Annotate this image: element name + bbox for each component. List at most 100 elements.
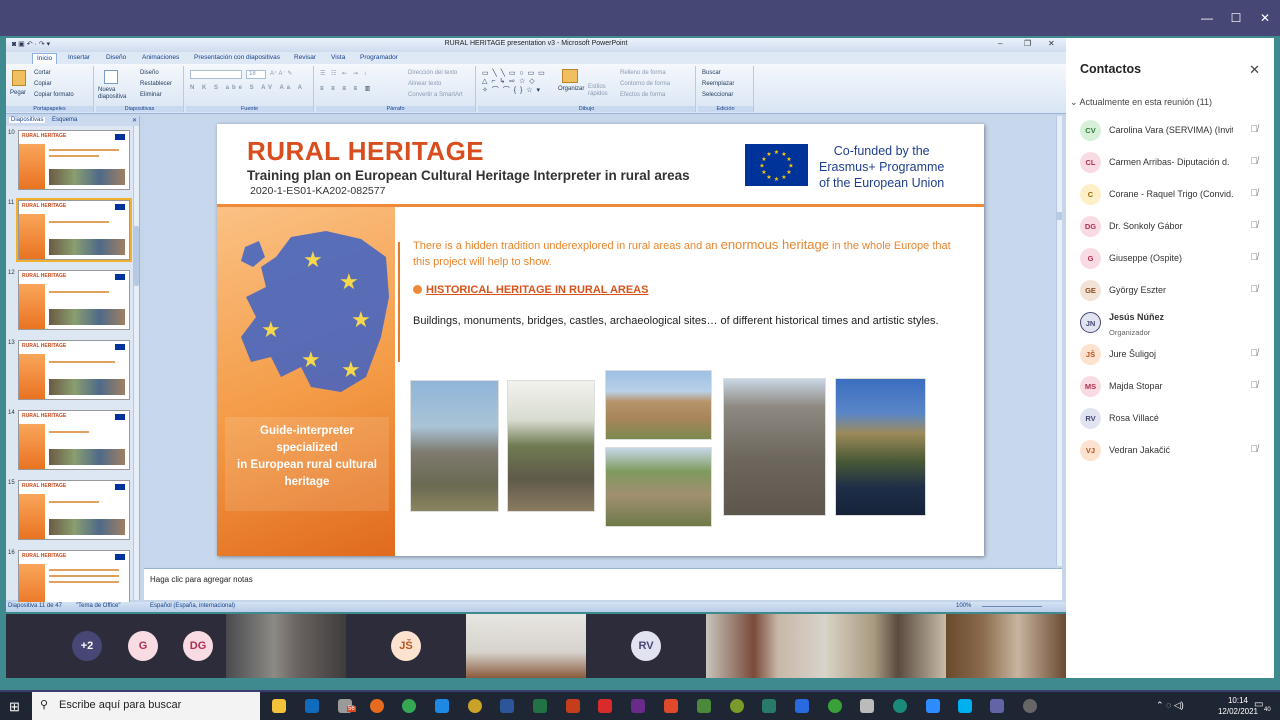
slide-thumbnail[interactable]: RURAL HERITAGE (18, 270, 130, 330)
shape-fill-button[interactable]: Relleno de forma (620, 70, 666, 76)
acrobat-icon[interactable] (598, 699, 612, 713)
firefox-icon[interactable] (370, 699, 384, 713)
taskbar-search[interactable]: ⚲ Escribe aquí para buscar (32, 692, 260, 720)
cut-button[interactable]: Cortar (34, 70, 51, 76)
tab-inicio[interactable]: Inicio (32, 53, 58, 64)
arrange-button[interactable]: Organizar (558, 86, 584, 92)
shapes-gallery[interactable]: ▭ ╲ ╲ ▭ ○ ▭ ▭ △ ⌐ ↳ ⇨ ☆ ◇ ✧ ⌒ ⌒ { } ☆ ▾ (482, 69, 546, 95)
reset-button[interactable]: Restablecer (140, 81, 172, 87)
tab-presentacion[interactable]: Presentación con diapositivas (194, 54, 280, 61)
quick-styles-button[interactable]: Estilos rápidos (588, 84, 610, 98)
edge-icon[interactable] (435, 699, 449, 713)
word-icon[interactable] (500, 699, 514, 713)
font-size-box[interactable]: 18 (246, 70, 266, 79)
align-icons[interactable]: ≡ ≡ ≡ ≡ ▥ (320, 85, 373, 92)
participant-row[interactable]: JN Jesús Núñez Organizador (1080, 312, 1270, 337)
app-icon[interactable] (664, 699, 678, 713)
font-name-box[interactable] (190, 70, 242, 79)
participant-row[interactable]: MS Majda Stopar 🎙̸ (1080, 376, 1270, 398)
app-icon[interactable] (828, 699, 842, 713)
align-text-button[interactable]: Alinear texto (408, 81, 441, 87)
windows-start-icon[interactable]: ⊞ (9, 699, 20, 715)
zoom-slider[interactable] (982, 606, 1042, 607)
app-icon[interactable] (893, 699, 907, 713)
tab-programador[interactable]: Programador (360, 54, 398, 61)
delete-button[interactable]: Eliminar (140, 92, 162, 98)
zoom-icon[interactable] (926, 699, 940, 713)
excel-icon[interactable] (533, 699, 547, 713)
panel-scroll-thumb[interactable] (134, 226, 139, 286)
maximize-button[interactable]: ☐ (1226, 10, 1246, 26)
zoom-level[interactable]: 100% (956, 603, 971, 609)
shape-outline-button[interactable]: Contorno de forma (620, 81, 670, 87)
panel-scrollbar[interactable] (133, 126, 139, 600)
layout-button[interactable]: Diseño (140, 70, 159, 76)
select-button[interactable]: Seleccionar (702, 92, 733, 98)
participant-row[interactable]: VJ Vedran Jakačić 🎙̸ (1080, 440, 1270, 462)
slide-thumbnail[interactable]: RURAL HERITAGE (18, 550, 130, 610)
more-participants[interactable]: +2 (72, 631, 102, 661)
meeting-section[interactable]: ⌄ Actualmente en esta reunión (11) (1070, 97, 1212, 108)
find-button[interactable]: Buscar (702, 70, 721, 76)
chrome-icon[interactable] (402, 699, 416, 713)
tab-outline[interactable]: Esquema (52, 117, 77, 123)
ppt-close-icon[interactable]: ✕ (1048, 39, 1055, 48)
participant-row[interactable]: G Giuseppe (Ospite) 🎙̸ (1080, 248, 1270, 270)
slide-thumbnail[interactable]: RURAL HERITAGE (18, 410, 130, 470)
participant-row[interactable]: RV Rosa Villacé (1080, 408, 1270, 430)
paste-button[interactable]: Pegar (10, 90, 26, 96)
text-direction-button[interactable]: Dirección del texto (408, 70, 457, 76)
smartart-button[interactable]: Convertir a SmartArt (408, 92, 463, 98)
slide-thumbnail[interactable]: RURAL HERITAGE (18, 480, 130, 540)
app-icon[interactable] (1023, 699, 1037, 713)
ppt-minimize-icon[interactable]: – (998, 39, 1002, 48)
system-clock[interactable]: 10:14 12/02/2021 (1218, 695, 1258, 717)
participant-row[interactable]: CV Carolina Vara (SERVIMA) (Invit. 🎙̸ (1080, 120, 1270, 142)
tab-vista[interactable]: Vista (331, 54, 345, 61)
copy-format-button[interactable]: Copiar formato (34, 92, 74, 98)
skype-icon[interactable] (958, 699, 972, 713)
shape-effects-button[interactable]: Efectos de forma (620, 92, 665, 98)
teams-icon[interactable] (990, 699, 1004, 713)
list-icons[interactable]: ☰ ☷ ⇤ ⇥ ↕ (320, 70, 368, 77)
app-icon[interactable] (631, 699, 645, 713)
slide-thumbnail-selected[interactable]: RURAL HERITAGE (16, 198, 132, 262)
slide-thumbnail[interactable]: RURAL HERITAGE (18, 130, 130, 190)
tab-insertar[interactable]: Insertar (68, 54, 90, 61)
replace-button[interactable]: Reemplazar (702, 81, 734, 87)
app-icon[interactable] (468, 699, 482, 713)
participant-row[interactable]: CL Carmen Arribas- Diputación d. 🎙̸ (1080, 152, 1270, 174)
new-slide-button[interactable]: Nueva diapositiva (98, 87, 132, 101)
participant-row[interactable]: JŠ Jure Šuligoj 🎙̸ (1080, 344, 1270, 366)
file-explorer-icon[interactable] (272, 699, 286, 713)
canvas-scroll-thumb[interactable] (1057, 212, 1062, 220)
app-icon[interactable] (795, 699, 809, 713)
participant-row[interactable]: DG Dr. Sonkoly Gábor 🎙̸ (1080, 216, 1270, 238)
app-icon[interactable] (697, 699, 711, 713)
slide-thumbnail[interactable]: RURAL HERITAGE (18, 340, 130, 400)
canvas-scrollbar[interactable] (1056, 116, 1062, 566)
tab-revisar[interactable]: Revisar (294, 54, 316, 61)
tab-animaciones[interactable]: Animaciones (142, 54, 179, 61)
font-grow-icons[interactable]: A⁺ A⁻ ✎ (270, 70, 292, 77)
tray-icons[interactable]: ⌃ ◌ ◁) (1156, 700, 1184, 711)
ppt-restore-icon[interactable]: ❐ (1024, 39, 1031, 48)
tab-slides[interactable]: Diapositivas (9, 117, 46, 123)
outlook-icon[interactable] (305, 699, 319, 713)
font-format-icons[interactable]: N K S abe S AV Aa A (190, 85, 305, 91)
copy-button[interactable]: Copiar (34, 81, 52, 87)
minimize-button[interactable]: — (1197, 10, 1217, 26)
app-icon[interactable] (762, 699, 776, 713)
participant-row[interactable]: C Corane - Raquel Trigo (Convid. 🎙̸ (1080, 184, 1270, 206)
powerpoint-icon[interactable] (566, 699, 580, 713)
close-button[interactable]: ✕ (1255, 10, 1275, 26)
participant-row[interactable]: GE György Eszter 🎙̸ (1080, 280, 1270, 302)
app-icon[interactable] (860, 699, 874, 713)
notification-icon[interactable]: ▭ (1254, 699, 1263, 710)
language[interactable]: Español (España, internacional) (150, 603, 235, 609)
tab-diseno[interactable]: Diseño (106, 54, 126, 61)
panel-close-icon[interactable]: ✕ (132, 117, 137, 124)
notes-pane[interactable]: Haga clic para agregar notas (144, 568, 1062, 600)
close-icon[interactable]: ✕ (1249, 62, 1260, 78)
app-icon[interactable] (730, 699, 744, 713)
